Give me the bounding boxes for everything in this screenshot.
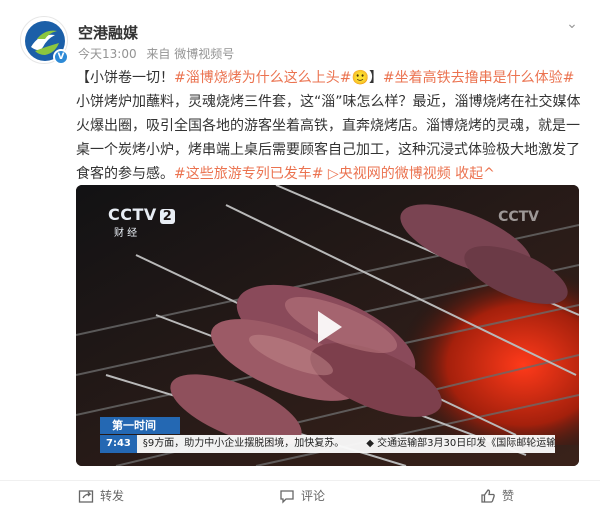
text-bracket: 】: [368, 70, 383, 86]
cctv-watermark: CCTV: [498, 209, 539, 225]
more-options-icon[interactable]: ⌄: [562, 14, 582, 34]
play-icon[interactable]: [306, 305, 350, 349]
share-icon: [78, 489, 94, 503]
collapse-link[interactable]: 收起^: [455, 166, 495, 182]
comment-icon: [280, 489, 294, 504]
cctv-channel-number: 2: [159, 209, 176, 224]
cctv-video-link[interactable]: ▷央视网的微博视频: [328, 166, 451, 182]
thumbs-up-icon: [481, 488, 495, 503]
post-source: 来自 微博视频号: [146, 47, 235, 61]
hashtag-zibo-bbq[interactable]: #淄博烧烤为什么这么上头#: [174, 70, 351, 86]
post-time[interactable]: 今天13:00: [78, 47, 137, 61]
ticker-text-2: ◆ 交通运输部3月30日印发《国际邮轮运输有: [366, 438, 555, 449]
cctv-channel-name: 财 经: [114, 228, 138, 239]
verified-badge-icon: V: [53, 49, 69, 65]
smile-emoji-icon: 🙂: [351, 70, 369, 86]
news-ticker: 7:43 §9方面，助力中小企业摆脱困境，加快复苏。 ◆ 交通运输部3月30日印发《…: [100, 435, 555, 453]
text-intro: 【小饼卷一切！: [76, 70, 174, 86]
author-name[interactable]: 空港融媒: [78, 22, 138, 43]
ticker-clock: 7:43: [100, 435, 137, 453]
ticker-text-1: §9方面，助力中小企业摆脱困境，加快复苏。: [142, 438, 345, 449]
hashtag-tour-trains[interactable]: #这些旅游专列已发车#: [174, 166, 323, 182]
program-title-badge: 第一时间: [100, 417, 180, 434]
hashtag-high-speed-rail[interactable]: #坐着高铁去撸串是什么体验#: [383, 70, 574, 86]
post-meta: 今天13:00 来自 微博视频号: [78, 45, 234, 62]
comment-button[interactable]: 评论: [279, 487, 325, 504]
video-player[interactable]: CCTV 2 财 经 CCTV 第一时间 7:43 §9方面，助力中小企业摆脱困境，…: [76, 185, 579, 466]
repost-button[interactable]: 转发: [78, 487, 124, 504]
action-bar: 转发 评论 赞: [0, 480, 600, 508]
comment-label: 评论: [301, 489, 326, 503]
post-text: 【小饼卷一切！#淄博烧烤为什么这么上头#🙂】#坐着高铁去撸串是什么体验# 小饼烤…: [76, 66, 582, 186]
weibo-post-card: V 空港融媒 今天13:00 来自 微博视频号 ⌄ 【小饼卷一切！#淄博烧烤为什…: [0, 0, 600, 512]
cctv-logo-text: CCTV: [108, 205, 157, 224]
repost-label: 转发: [100, 489, 125, 503]
like-label: 赞: [502, 489, 515, 503]
like-button[interactable]: 赞: [480, 487, 514, 504]
cctv2-logo: CCTV 2: [108, 205, 176, 224]
